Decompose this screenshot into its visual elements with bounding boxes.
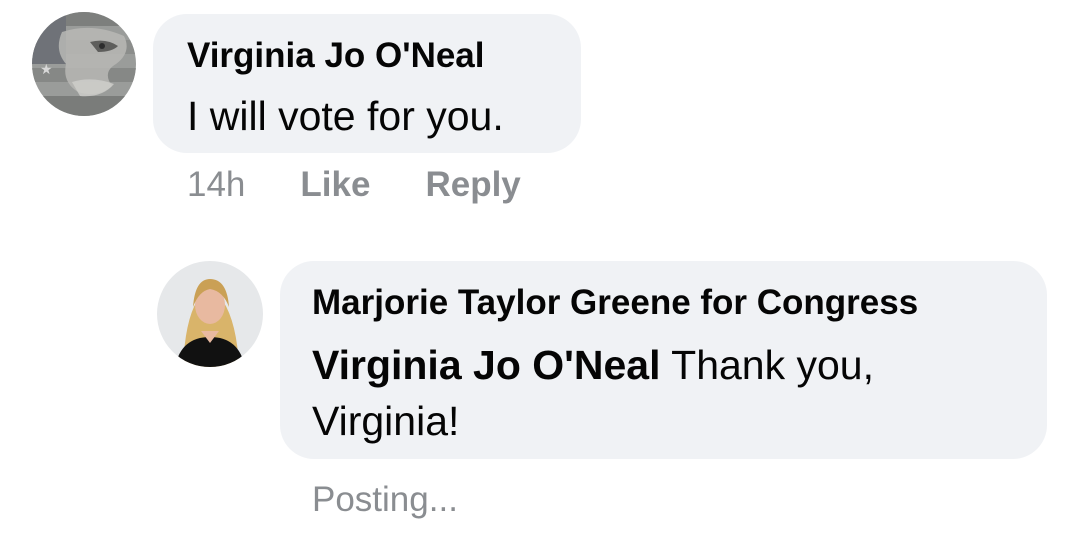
reply-button[interactable]: Reply — [425, 163, 520, 207]
commenter-avatar[interactable]: ★ — [32, 12, 136, 116]
posting-status: Posting... — [312, 480, 458, 519]
comment-bubble: Virginia Jo O'Neal I will vote for you. — [153, 14, 581, 153]
like-button[interactable]: Like — [300, 163, 370, 207]
reply-avatar[interactable] — [157, 261, 263, 367]
comment-author[interactable]: Virginia Jo O'Neal — [187, 36, 581, 76]
svg-text:★: ★ — [40, 62, 53, 78]
comment-actions: 14h Like Reply — [187, 163, 521, 207]
reply-author[interactable]: Marjorie Taylor Greene for Congress — [312, 283, 1017, 323]
reply-text: Virginia Jo O'Neal Thank you, Virginia! — [312, 337, 1017, 449]
comment-timestamp[interactable]: 14h — [187, 163, 245, 207]
mention-link[interactable]: Virginia Jo O'Neal — [312, 342, 661, 388]
eagle-flag-avatar-icon: ★ — [32, 12, 136, 116]
comment-text: I will vote for you. — [187, 93, 504, 139]
reply-bubble: Marjorie Taylor Greene for Congress Virg… — [280, 261, 1047, 459]
profile-photo-avatar-icon — [157, 261, 263, 367]
